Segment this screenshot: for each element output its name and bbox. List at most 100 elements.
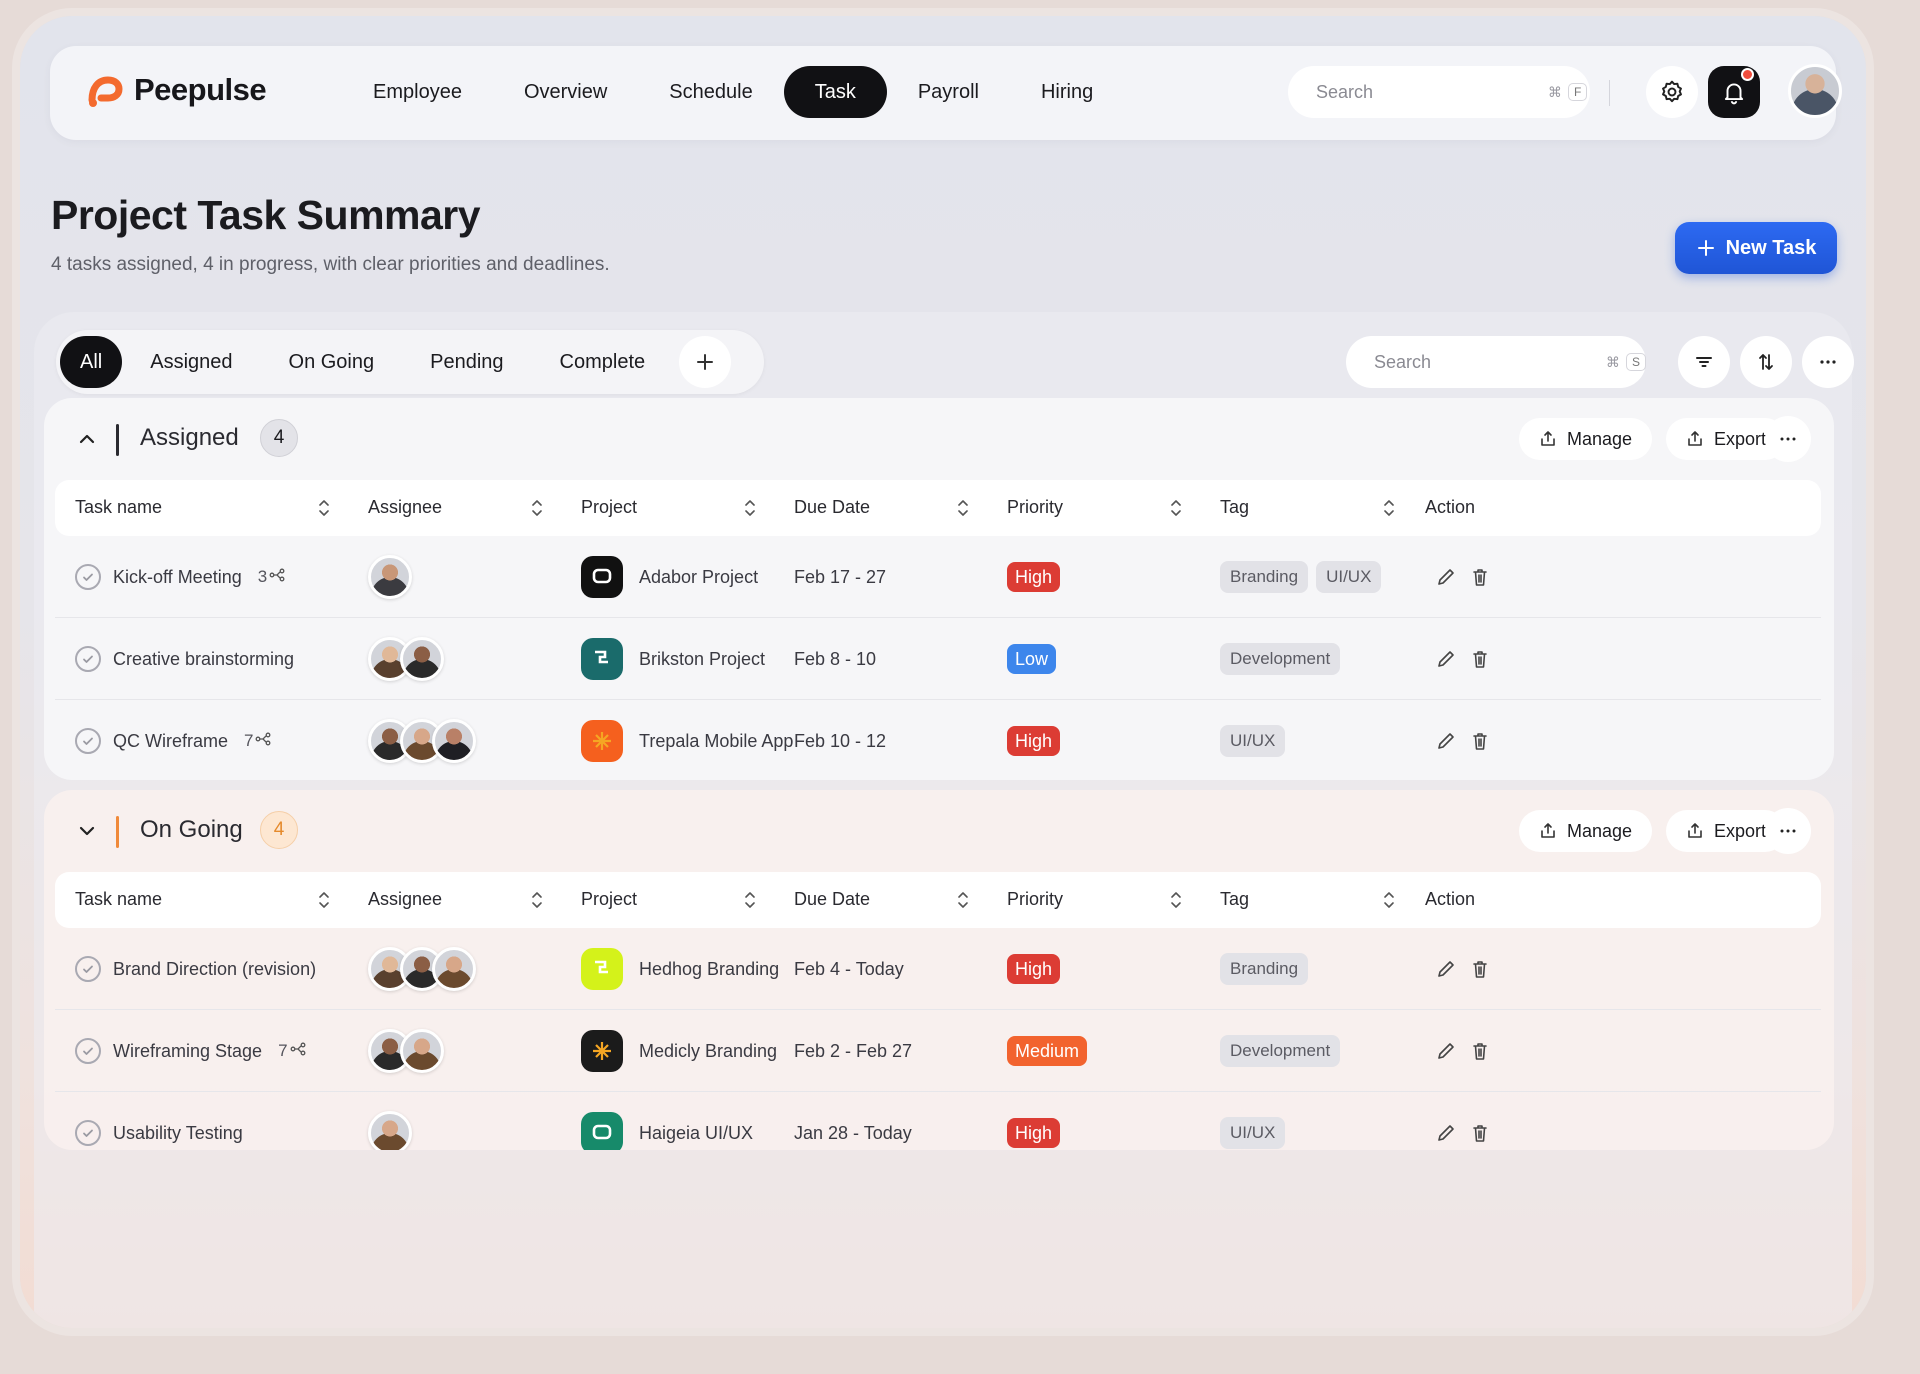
task-name[interactable]: Creative brainstorming (113, 649, 294, 670)
edit-icon[interactable] (1435, 730, 1457, 752)
filter-button[interactable] (1678, 336, 1730, 388)
avatar[interactable] (400, 1029, 444, 1073)
tab-all[interactable]: All (60, 336, 123, 388)
table-row[interactable]: QC Wireframe 7 Trepala Mobile App Feb 10 - … (55, 700, 1821, 780)
task-checkbox[interactable] (75, 646, 101, 672)
project-name[interactable]: Adabor Project (639, 567, 758, 588)
task-name[interactable]: Wireframing Stage (113, 1041, 262, 1062)
trash-icon[interactable] (1469, 566, 1491, 588)
nav-payroll[interactable]: Payroll (887, 66, 1010, 118)
column-header-project[interactable]: Project (581, 497, 637, 518)
sort-icon[interactable] (955, 888, 971, 912)
task-search[interactable]: ⌘S (1346, 336, 1647, 388)
trash-icon[interactable] (1469, 730, 1491, 752)
sort-icon[interactable] (1168, 888, 1184, 912)
sort-button[interactable] (1740, 336, 1792, 388)
trash-icon[interactable] (1469, 1040, 1491, 1062)
sort-icon[interactable] (1381, 888, 1397, 912)
column-header-due-date[interactable]: Due Date (794, 889, 870, 910)
task-name[interactable]: QC Wireframe (113, 731, 228, 752)
column-header-task-name[interactable]: Task name (75, 497, 162, 518)
task-checkbox[interactable] (75, 1038, 101, 1064)
more-options-button[interactable] (1802, 336, 1854, 388)
assignee-avatars[interactable] (368, 947, 476, 991)
assignee-avatars[interactable] (368, 1029, 444, 1073)
global-search[interactable]: ⌘F (1288, 66, 1590, 118)
sort-icon[interactable] (1381, 496, 1397, 520)
nav-schedule[interactable]: Schedule (638, 66, 783, 118)
edit-icon[interactable] (1435, 1122, 1457, 1144)
group-more-button[interactable] (1765, 416, 1811, 462)
task-checkbox[interactable] (75, 1120, 101, 1146)
chevron-up-icon[interactable] (74, 426, 100, 452)
nav-hiring[interactable]: Hiring (1010, 66, 1124, 118)
table-row[interactable]: Creative brainstorming Brikston Project Fe… (55, 618, 1821, 700)
task-name[interactable]: Usability Testing (113, 1123, 243, 1144)
sort-icon[interactable] (955, 496, 971, 520)
column-header-task-name[interactable]: Task name (75, 889, 162, 910)
sort-icon[interactable] (316, 888, 332, 912)
table-row[interactable]: Usability Testing Haigeia UI/UX Jan 28 - T… (55, 1092, 1821, 1150)
settings-button[interactable] (1646, 66, 1698, 118)
logo[interactable]: Peepulse (84, 70, 267, 110)
avatar[interactable] (400, 637, 444, 681)
sort-icon[interactable] (742, 888, 758, 912)
column-header-priority[interactable]: Priority (1007, 497, 1063, 518)
sort-icon[interactable] (1168, 496, 1184, 520)
project-name[interactable]: Haigeia UI/UX (639, 1123, 753, 1144)
avatar[interactable] (368, 1111, 412, 1150)
nav-overview[interactable]: Overview (493, 66, 638, 118)
assignee-avatars[interactable] (368, 637, 444, 681)
table-row[interactable]: Brand Direction (revision) Hedhog Brandin… (55, 928, 1821, 1010)
nav-employee[interactable]: Employee (342, 66, 493, 118)
task-checkbox[interactable] (75, 956, 101, 982)
assignee-avatars[interactable] (368, 1111, 412, 1150)
edit-icon[interactable] (1435, 648, 1457, 670)
avatar[interactable] (432, 947, 476, 991)
task-name[interactable]: Kick-off Meeting (113, 567, 242, 588)
tab-assigned[interactable]: Assigned (122, 336, 260, 388)
column-header-project[interactable]: Project (581, 889, 637, 910)
chevron-down-icon[interactable] (74, 818, 100, 844)
project-name[interactable]: Medicly Branding (639, 1041, 777, 1062)
tab-on-going[interactable]: On Going (261, 336, 403, 388)
edit-icon[interactable] (1435, 566, 1457, 588)
trash-icon[interactable] (1469, 648, 1491, 670)
table-row[interactable]: Kick-off Meeting 3 Adabor Project Feb 17 - … (55, 536, 1821, 618)
global-search-input[interactable] (1316, 81, 1548, 103)
assignee-avatars[interactable] (368, 555, 412, 599)
avatar[interactable] (432, 719, 476, 763)
trash-icon[interactable] (1469, 958, 1491, 980)
manage-button[interactable]: Manage (1519, 418, 1653, 460)
column-header-assignee[interactable]: Assignee (368, 497, 442, 518)
group-more-button[interactable] (1765, 808, 1811, 854)
column-header-tag[interactable]: Tag (1220, 497, 1249, 518)
edit-icon[interactable] (1435, 1040, 1457, 1062)
task-name[interactable]: Brand Direction (revision) (113, 959, 316, 980)
tab-complete[interactable]: Complete (532, 336, 674, 388)
column-header-due-date[interactable]: Due Date (794, 497, 870, 518)
tab-pending[interactable]: Pending (402, 336, 531, 388)
avatar[interactable] (368, 555, 412, 599)
notifications-button[interactable] (1708, 66, 1760, 118)
sort-icon[interactable] (529, 888, 545, 912)
table-row[interactable]: Wireframing Stage 7 Medicly Branding Feb 2 … (55, 1010, 1821, 1092)
task-checkbox[interactable] (75, 728, 101, 754)
nav-task[interactable]: Task (783, 66, 887, 118)
project-name[interactable]: Trepala Mobile App (639, 731, 793, 752)
project-name[interactable]: Brikston Project (639, 649, 765, 670)
trash-icon[interactable] (1469, 1122, 1491, 1144)
edit-icon[interactable] (1435, 958, 1457, 980)
sort-icon[interactable] (529, 496, 545, 520)
manage-button[interactable]: Manage (1519, 810, 1653, 852)
task-search-input[interactable] (1374, 351, 1606, 373)
user-avatar[interactable] (1788, 64, 1842, 118)
project-name[interactable]: Hedhog Branding (639, 959, 779, 980)
sort-icon[interactable] (316, 496, 332, 520)
column-header-priority[interactable]: Priority (1007, 889, 1063, 910)
column-header-assignee[interactable]: Assignee (368, 889, 442, 910)
add-tab-button[interactable] (679, 336, 732, 388)
assignee-avatars[interactable] (368, 719, 476, 763)
new-task-button[interactable]: New Task (1675, 222, 1837, 274)
column-header-tag[interactable]: Tag (1220, 889, 1249, 910)
